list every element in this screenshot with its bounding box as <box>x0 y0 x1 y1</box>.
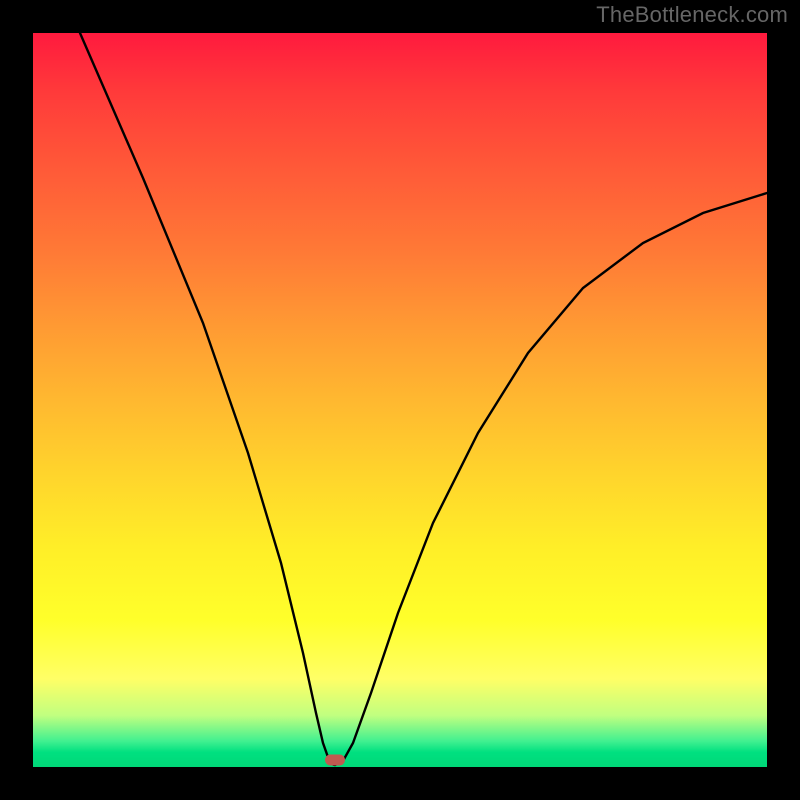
bottleneck-curve <box>80 33 767 765</box>
chart-plot-area <box>33 33 767 767</box>
minimum-marker <box>325 755 345 766</box>
watermark-text: TheBottleneck.com <box>596 2 788 28</box>
curve-svg <box>33 33 767 767</box>
